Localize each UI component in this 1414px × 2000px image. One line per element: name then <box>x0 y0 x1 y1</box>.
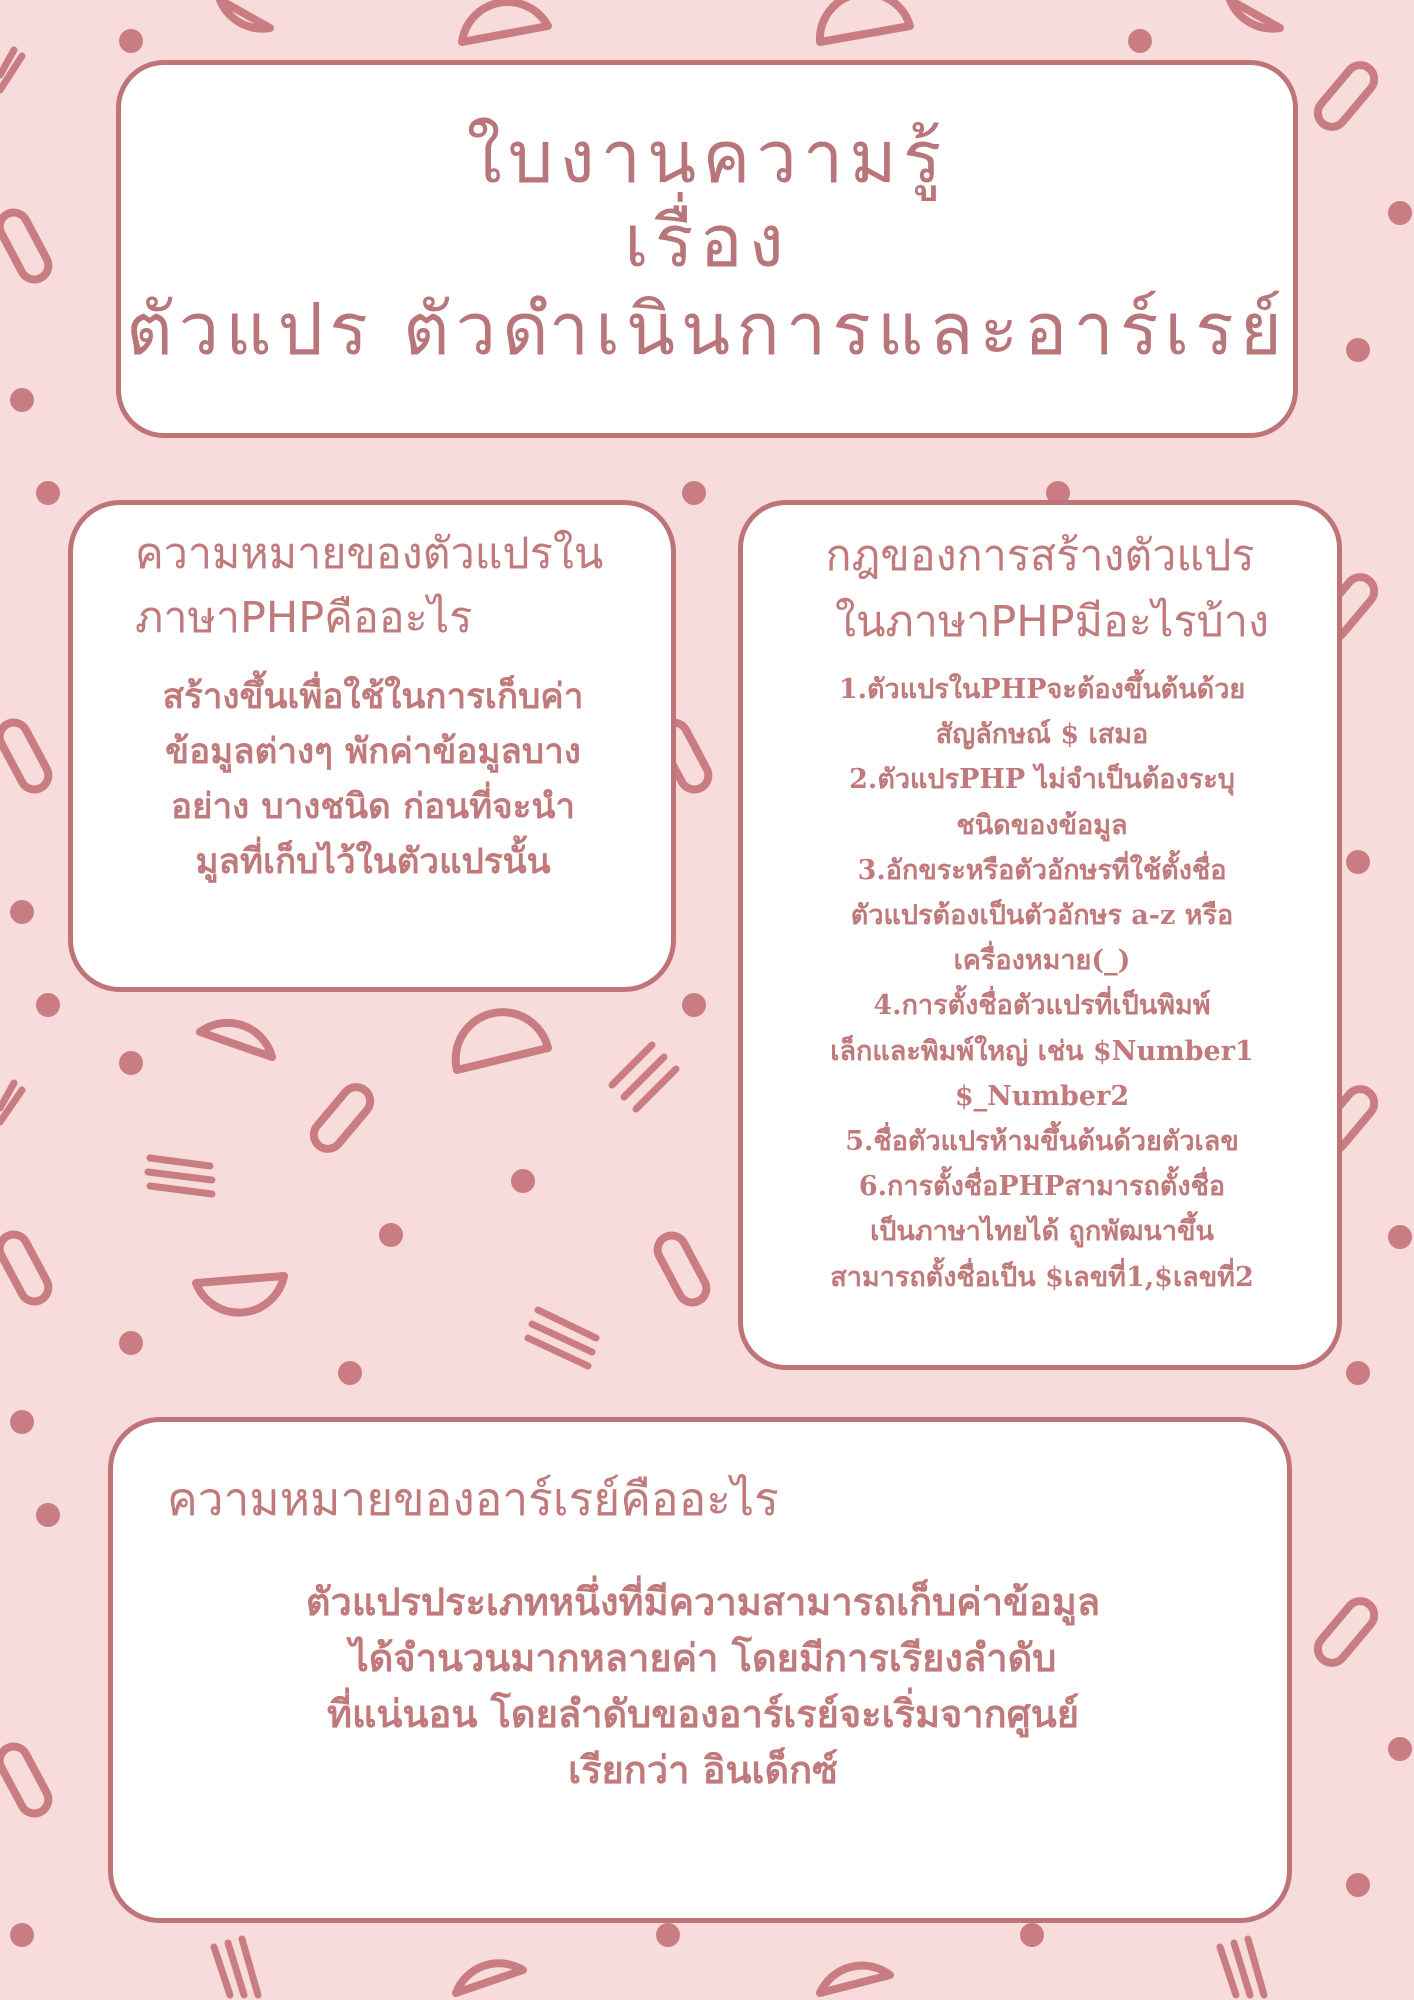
pill-shape <box>653 1231 711 1307</box>
half-circle-shape <box>192 1272 288 1317</box>
dot-shape <box>379 1223 403 1247</box>
variable-meaning-card: ความหมายของตัวแปรใน ภาษาPHPคืออะไร สร้าง… <box>68 500 676 992</box>
dot-shape <box>511 1169 535 1193</box>
dot-shape <box>10 1923 34 1947</box>
half-circle-shape <box>452 1959 527 1997</box>
rules-body-line: สัญลักษณ์ $ เสมอ <box>935 719 1149 751</box>
dot-shape <box>682 481 706 505</box>
dot-shape <box>1128 29 1152 53</box>
half-circle-shape <box>458 0 552 46</box>
pill-shape <box>0 1230 53 1306</box>
rules-body-line: 5.ชื่อตัวแปรห้ามขึ้นต้นด้วยตัวเลข <box>845 1126 1239 1158</box>
half-circle-shape <box>1226 0 1284 33</box>
pill-shape <box>0 208 53 284</box>
dot-shape <box>36 481 60 505</box>
rules-body-line: ตัวแปรต้องเป็นตัวอักษร a-z หรือ <box>850 900 1234 932</box>
dot-shape <box>1388 1225 1412 1249</box>
dot-shape <box>338 1361 362 1385</box>
dot-shape <box>1346 850 1370 874</box>
rules-body-line: เครื่องหมาย(_) <box>953 945 1131 977</box>
rules-body-line: เป็นภาษาไทยได้ ถูกพัฒนาขึ้น <box>870 1216 1214 1248</box>
dot-shape <box>656 1923 680 1947</box>
dot-shape <box>10 388 34 412</box>
dot-shape <box>682 993 706 1017</box>
dot-shape <box>119 1051 143 1075</box>
dot-shape <box>1388 1737 1412 1761</box>
title-line-3: ตัวแปร ตัวดำเนินการและอาร์เรย์ <box>126 287 1288 371</box>
array-body-line: ที่แน่นอน โดยลำดับของอาร์เรย์จะเริ่มจากศ… <box>327 1691 1079 1736</box>
rules-body-line: 1.ตัวแปรในPHPจะต้องขึ้นต้นด้วย <box>838 674 1246 705</box>
title-card: ใบงานความรู้ เรื่อง ตัวแปร ตัวดำเนินการแ… <box>116 60 1298 438</box>
half-circle-shape <box>216 0 274 33</box>
dot-shape <box>36 1503 60 1527</box>
array-meaning-card: ความหมายของอาร์เรย์คืออะไร ตัวแปรประเภทห… <box>108 1417 1292 1923</box>
triple-line-shape <box>524 1306 600 1370</box>
rules-body-line: 6.การตั้งชื่อPHPสามารถตั้งชื่อ <box>858 1171 1226 1203</box>
half-circle-shape <box>815 0 914 46</box>
rules-body-line: 3.อักขระหรือตัวอักษรที่ใช้ตั้งชื่อ <box>857 854 1227 886</box>
dot-shape <box>1388 201 1412 225</box>
rules-body-line: เล็กและพิมพ์ใหญ่ เช่น $Number1 <box>830 1035 1254 1067</box>
variable-heading-line-1: ความหมายของตัวแปรใน <box>135 529 604 579</box>
variable-rules-card: กฎของการสร้างตัวแปร ในภาษาPHPมีอะไรบ้าง … <box>738 500 1342 1370</box>
dot-shape <box>119 1331 143 1355</box>
triple-line-shape <box>608 1041 680 1113</box>
dot-shape <box>1346 1873 1370 1897</box>
pill-shape <box>0 1742 53 1818</box>
array-heading: ความหมายของอาร์เรย์คืออะไร <box>167 1472 779 1526</box>
triple-line-shape <box>144 1154 216 1198</box>
pill-shape <box>1313 1597 1379 1667</box>
dot-shape <box>119 29 143 53</box>
variable-body-line: ข้อมูลต่างๆ พักค่าข้อมูลบาง <box>165 731 581 772</box>
variable-body-line: มูลที่เก็บไว้ในตัวแปรนั้น <box>195 841 551 882</box>
triple-line-shape <box>0 46 26 94</box>
triple-line-shape <box>210 1935 262 1999</box>
rules-body-line: $_Number2 <box>954 1080 1130 1112</box>
dot-shape <box>1346 338 1370 362</box>
array-body-line: เรียกว่า อินเด็กซ์ <box>568 1747 838 1792</box>
half-circle-shape <box>451 1008 552 1074</box>
variable-body-line: สร้างขึ้นเพื่อใช้ในการเก็บค่า <box>162 676 584 717</box>
dot-shape <box>1020 1923 1044 1947</box>
dot-shape <box>10 900 34 924</box>
half-circle-shape <box>816 1961 894 1997</box>
title-line-1: ใบงานความรู้ <box>466 115 948 199</box>
variable-body-line: อย่าง บางชนิด ก่อนที่จะนำ <box>170 786 576 827</box>
rules-heading-line-1: กฎของการสร้างตัวแปร <box>825 531 1255 581</box>
triple-line-shape <box>0 1079 26 1126</box>
rules-body-line: 2.ตัวแปรPHP ไม่จำเป็นต้องระบุ <box>849 764 1235 796</box>
array-body-line: ได้จำนวนมากหลายค่า โดยมีการเรียงลำดับ <box>349 1635 1057 1680</box>
dot-shape <box>36 993 60 1017</box>
title-line-2: เรื่อง <box>624 199 790 283</box>
pill-shape <box>309 1083 375 1153</box>
dot-shape <box>10 1410 34 1434</box>
rules-body-line: ชนิดของข้อมูล <box>956 809 1128 841</box>
half-circle-shape <box>196 1018 276 1061</box>
array-body-line: ตัวแปรประเภทหนึ่งที่มีความสามารถเก็บค่าข… <box>305 1579 1101 1624</box>
pill-shape <box>0 718 53 794</box>
rules-body-line: 4.การตั้งชื่อตัวแปรที่เป็นพิมพ์ <box>873 990 1211 1022</box>
rules-heading-line-2: ในภาษาPHPมีอะไรบ้าง <box>835 596 1269 647</box>
triple-line-shape <box>1216 1935 1268 1999</box>
variable-heading-line-2: ภาษาPHPคืออะไร <box>135 592 473 643</box>
dot-shape <box>1346 1361 1370 1385</box>
rules-body-line: สามารถตั้งชื่อเป็น $เลขที่1,$เลขที่2 <box>830 1261 1254 1293</box>
pill-shape <box>1313 61 1379 131</box>
